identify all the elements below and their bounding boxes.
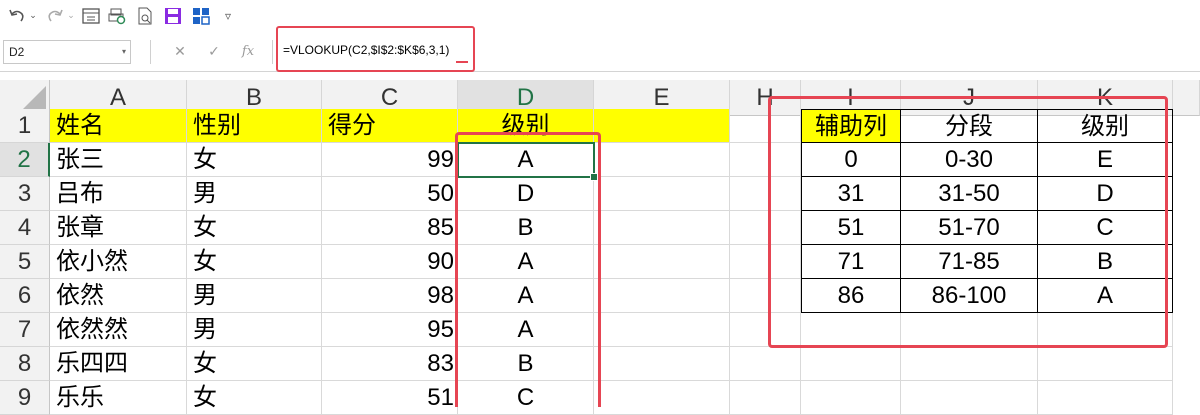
insert-function-icon[interactable]: fx: [238, 40, 258, 64]
customize-toolbar-icon[interactable]: ▿: [220, 5, 236, 27]
header-cell-gender[interactable]: 性别: [187, 109, 322, 143]
divider: [272, 40, 273, 64]
cell[interactable]: [901, 347, 1038, 381]
table-cell[interactable]: 乐乐: [50, 381, 187, 415]
cell[interactable]: [594, 177, 730, 211]
cell[interactable]: [594, 279, 730, 313]
name-box[interactable]: D2 ▾: [3, 40, 131, 64]
table-cell[interactable]: 女: [187, 245, 322, 279]
save-icon[interactable]: [162, 5, 184, 27]
formula-annotation-box: [276, 26, 475, 72]
table-cell[interactable]: 90: [322, 245, 458, 279]
row-header-6[interactable]: 6: [0, 279, 50, 313]
table-cell[interactable]: 99: [322, 143, 458, 177]
table-cell[interactable]: 男: [187, 177, 322, 211]
table-cell[interactable]: 50: [322, 177, 458, 211]
table-cell[interactable]: 乐四四: [50, 347, 187, 381]
table-cell[interactable]: 依小然: [50, 245, 187, 279]
row-header-8[interactable]: 8: [0, 347, 50, 381]
formula-annotation-underline: [456, 61, 468, 63]
cell[interactable]: [594, 245, 730, 279]
divider: [150, 40, 151, 64]
cell[interactable]: [1038, 381, 1173, 415]
table-cell[interactable]: 张三: [50, 143, 187, 177]
redo-icon[interactable]: [44, 5, 66, 27]
header-cell-empty[interactable]: [594, 109, 730, 143]
row-header-3[interactable]: 3: [0, 177, 50, 211]
cell[interactable]: [594, 143, 730, 177]
row-header-5[interactable]: 5: [0, 245, 50, 279]
cell[interactable]: [901, 381, 1038, 415]
header-cell-name[interactable]: 姓名: [50, 109, 187, 143]
cell[interactable]: [594, 211, 730, 245]
cell[interactable]: [1038, 347, 1173, 381]
table-cell[interactable]: 男: [187, 313, 322, 347]
redo-dropdown-icon[interactable]: ⌄: [66, 5, 76, 27]
form-icon[interactable]: [80, 5, 102, 27]
undo-dropdown-icon[interactable]: ⌄: [28, 5, 38, 27]
table-cell[interactable]: 依然然: [50, 313, 187, 347]
table-cell[interactable]: 女: [187, 143, 322, 177]
header-cell-score[interactable]: 得分: [322, 109, 458, 143]
table-cell[interactable]: 女: [187, 211, 322, 245]
grade-column-annotation-box: [455, 132, 601, 407]
row-header-7[interactable]: 7: [0, 313, 50, 347]
table-cell[interactable]: 51: [322, 381, 458, 415]
undo-icon[interactable]: [6, 5, 28, 27]
worksheet-grid[interactable]: A B C D E H I J K 1 2 3 4 5 6 7 8 9 姓名 性…: [0, 72, 1200, 415]
table-cell[interactable]: 男: [187, 279, 322, 313]
cell[interactable]: [801, 347, 901, 381]
name-box-value: D2: [9, 45, 25, 59]
row-header-2[interactable]: 2: [0, 143, 50, 177]
table-cell[interactable]: 女: [187, 381, 322, 415]
quick-access-toolbar: ⌄ ⌄ ▿: [0, 0, 1200, 34]
cell[interactable]: [594, 381, 730, 415]
table-cell[interactable]: 张章: [50, 211, 187, 245]
cell[interactable]: [730, 381, 801, 415]
cell[interactable]: [801, 381, 901, 415]
cell[interactable]: [730, 347, 801, 381]
layout-grid-icon[interactable]: [190, 5, 212, 27]
cell[interactable]: [594, 347, 730, 381]
enter-icon[interactable]: ✓: [204, 40, 224, 64]
print-preview-icon[interactable]: [106, 5, 128, 27]
table-cell[interactable]: 女: [187, 347, 322, 381]
table-cell[interactable]: 吕布: [50, 177, 187, 211]
cancel-icon[interactable]: ✕: [170, 40, 190, 64]
table-cell[interactable]: 85: [322, 211, 458, 245]
table-cell[interactable]: 95: [322, 313, 458, 347]
lookup-table-annotation-box: [768, 96, 1168, 348]
table-cell[interactable]: 83: [322, 347, 458, 381]
table-cell[interactable]: 98: [322, 279, 458, 313]
row-header-4[interactable]: 4: [0, 211, 50, 245]
table-cell[interactable]: 依然: [50, 279, 187, 313]
cell[interactable]: [594, 313, 730, 347]
document-search-icon[interactable]: [134, 5, 156, 27]
formula-bar: D2 ▾ ✕ ✓ fx =VLOOKUP(C2,$I$2:$K$6,3,1): [0, 26, 1200, 72]
column-header-l[interactable]: [1173, 80, 1200, 116]
row-header-9[interactable]: 9: [0, 381, 50, 415]
chevron-down-icon[interactable]: ▾: [122, 41, 126, 63]
row-header-1[interactable]: 1: [0, 109, 50, 143]
